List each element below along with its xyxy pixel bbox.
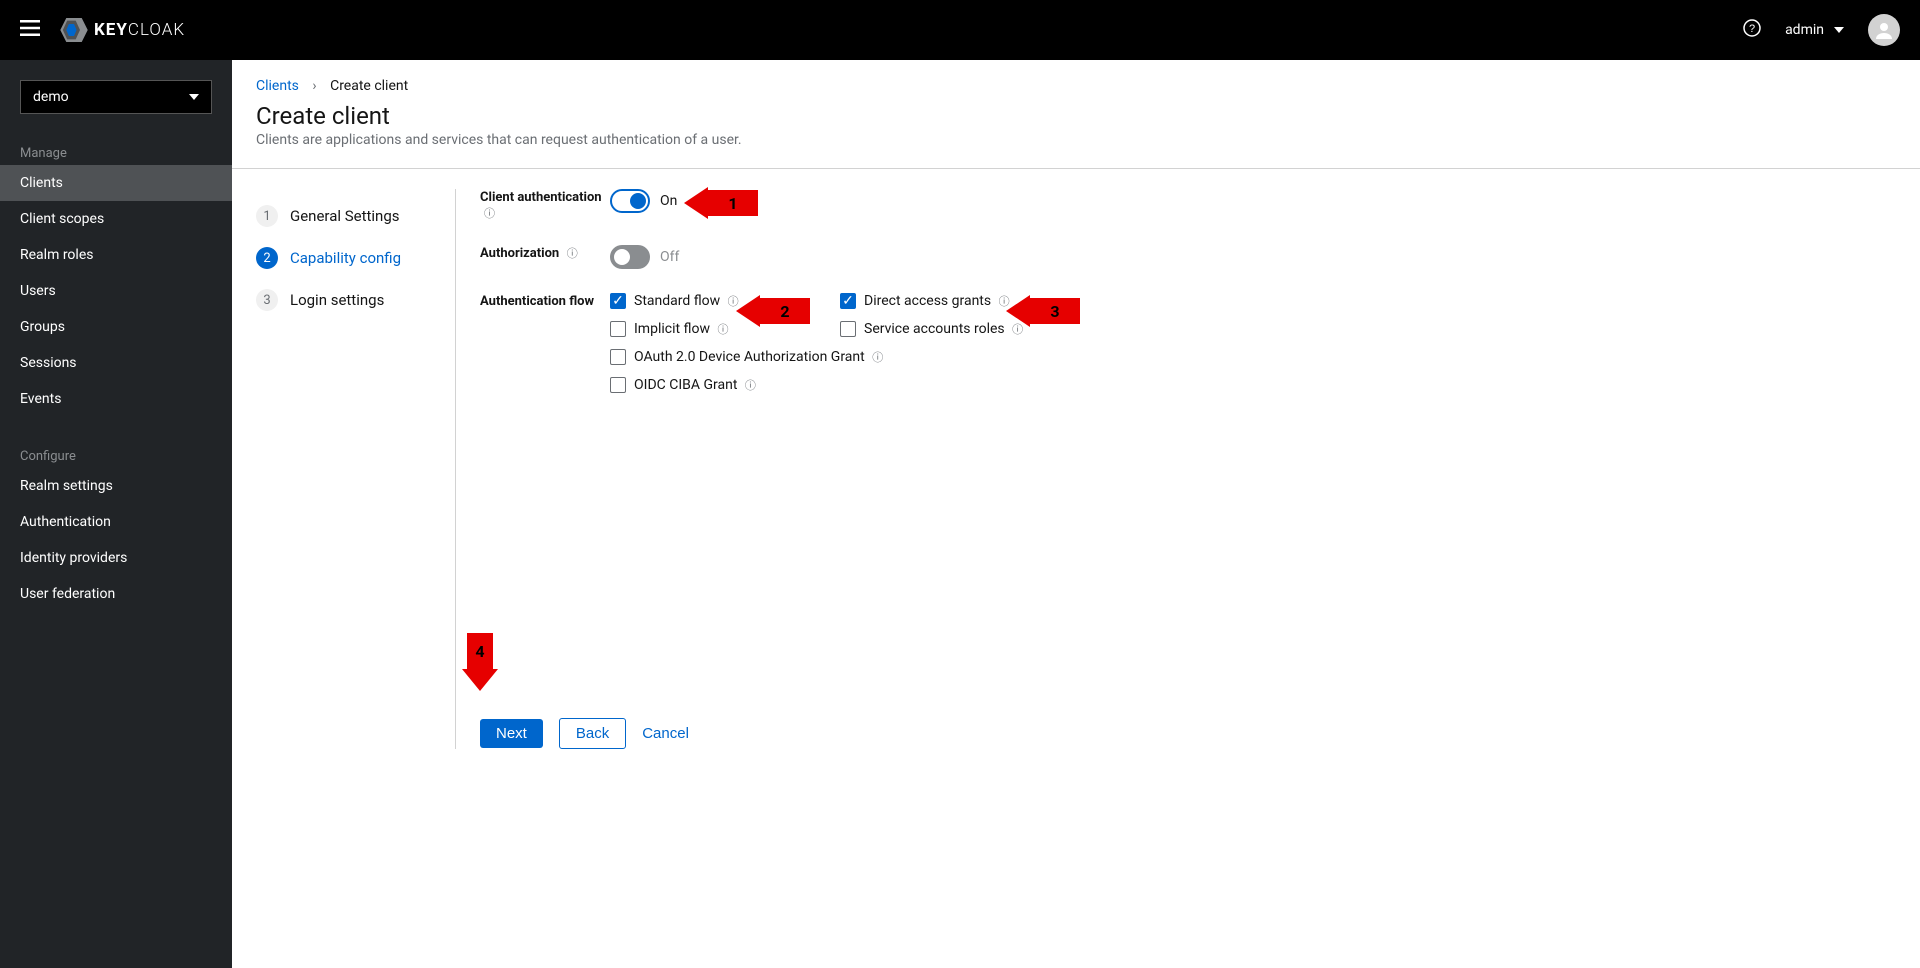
user-menu[interactable]: admin [1785, 22, 1844, 38]
authorization-state: Off [660, 249, 679, 265]
step-number: 3 [256, 289, 278, 311]
page-title: Create client [256, 102, 1896, 130]
menu-icon[interactable] [20, 20, 40, 40]
caret-down-icon [1834, 27, 1844, 33]
step-number: 2 [256, 247, 278, 269]
help-icon[interactable]: ⓘ [567, 245, 578, 261]
sidebar-item-events[interactable]: Events [0, 381, 232, 417]
checkbox-label: Service accounts roles ⓘ [864, 321, 1023, 337]
checkbox-label: Implicit flow ⓘ [634, 321, 728, 337]
authorization-toggle[interactable] [610, 245, 650, 269]
avatar[interactable] [1868, 14, 1900, 46]
cancel-button[interactable]: Cancel [642, 725, 689, 742]
sidebar-section-manage: Manage [0, 134, 232, 165]
auth-flow-label: Authentication flow [480, 294, 594, 309]
client-auth-label: Client authentication [480, 190, 602, 205]
checkbox-label: Direct access grants ⓘ [864, 293, 1010, 309]
annotation-arrow-1: 1 [684, 187, 758, 219]
check-icon: ✓ [840, 293, 856, 309]
wizard-footer: Next Back Cancel [480, 698, 1896, 749]
logo[interactable]: KEYCLOAK [60, 18, 185, 42]
page-header: Create client Clients are applications a… [232, 102, 1920, 169]
step-label: General Settings [290, 207, 400, 225]
breadcrumb-current: Create client [330, 78, 408, 94]
sidebar-item-realm-settings[interactable]: Realm settings [0, 468, 232, 504]
wizard: 1 General Settings 2 Capability config 3… [232, 169, 1920, 769]
field-authorization: Authorization ⓘ Off [480, 245, 1896, 269]
logo-text: KEYCLOAK [94, 20, 185, 40]
step-label: Capability config [290, 249, 401, 267]
breadcrumb: Clients › Create client [232, 60, 1920, 102]
step-label: Login settings [290, 291, 384, 309]
annotation-arrow-4: 4 [462, 633, 498, 691]
sidebar-item-user-federation[interactable]: User federation [0, 576, 232, 612]
sidebar-item-identity-providers[interactable]: Identity providers [0, 540, 232, 576]
svg-text:?: ? [1749, 23, 1755, 35]
breadcrumb-separator: › [312, 78, 316, 94]
breadcrumb-parent[interactable]: Clients [256, 78, 299, 94]
header-right: ? admin [1743, 14, 1900, 46]
content-area: Clients › Create client Create client Cl… [232, 60, 1920, 968]
page-description: Clients are applications and services th… [256, 132, 1896, 148]
logo-icon [60, 18, 88, 42]
sidebar-item-client-scopes[interactable]: Client scopes [0, 201, 232, 237]
checkbox-label: OIDC CIBA Grant ⓘ [634, 377, 756, 393]
check-icon [610, 321, 626, 337]
help-icon[interactable]: ? [1743, 19, 1761, 41]
sidebar: demo Manage Clients Client scopes Realm … [0, 60, 232, 968]
checkbox-label: OAuth 2.0 Device Authorization Grant ⓘ [634, 349, 883, 365]
checkbox-oauth-device[interactable]: OAuth 2.0 Device Authorization Grant ⓘ [610, 349, 1070, 365]
check-icon: ✓ [610, 293, 626, 309]
annotation-arrow-2: 2 [736, 295, 810, 327]
wizard-step-login[interactable]: 3 Login settings [256, 279, 445, 321]
next-button[interactable]: Next [480, 719, 543, 748]
wizard-body: Client authentication ⓘ On Authorization [456, 189, 1896, 749]
sidebar-item-clients[interactable]: Clients [0, 165, 232, 201]
header-left: KEYCLOAK [20, 18, 185, 42]
annotation-arrow-3: 3 [1006, 295, 1080, 327]
realm-selector[interactable]: demo [20, 80, 212, 114]
sidebar-item-realm-roles[interactable]: Realm roles [0, 237, 232, 273]
username-label: admin [1785, 22, 1824, 38]
client-auth-state: On [660, 193, 677, 209]
back-button[interactable]: Back [559, 718, 626, 749]
checkbox-oidc-ciba[interactable]: OIDC CIBA Grant ⓘ [610, 377, 1070, 393]
step-number: 1 [256, 205, 278, 227]
help-icon[interactable]: ⓘ [484, 205, 495, 221]
sidebar-section-configure: Configure [0, 437, 232, 468]
app-header: KEYCLOAK ? admin [0, 0, 1920, 60]
sidebar-item-users[interactable]: Users [0, 273, 232, 309]
authorization-label: Authorization [480, 246, 559, 261]
wizard-nav: 1 General Settings 2 Capability config 3… [256, 189, 456, 749]
sidebar-item-sessions[interactable]: Sessions [0, 345, 232, 381]
client-auth-toggle[interactable] [610, 189, 650, 213]
user-icon [1873, 19, 1895, 41]
wizard-step-general[interactable]: 1 General Settings [256, 195, 445, 237]
sidebar-item-authentication[interactable]: Authentication [0, 504, 232, 540]
wizard-step-capability[interactable]: 2 Capability config [256, 237, 445, 279]
field-authentication-flow: Authentication flow ✓ Standard flow ⓘ ✓ [480, 293, 1896, 393]
check-icon [610, 377, 626, 393]
sidebar-item-groups[interactable]: Groups [0, 309, 232, 345]
caret-down-icon [189, 94, 199, 100]
realm-name: demo [33, 89, 69, 105]
checkbox-label: Standard flow ⓘ [634, 293, 739, 309]
check-icon [840, 321, 856, 337]
check-icon [610, 349, 626, 365]
